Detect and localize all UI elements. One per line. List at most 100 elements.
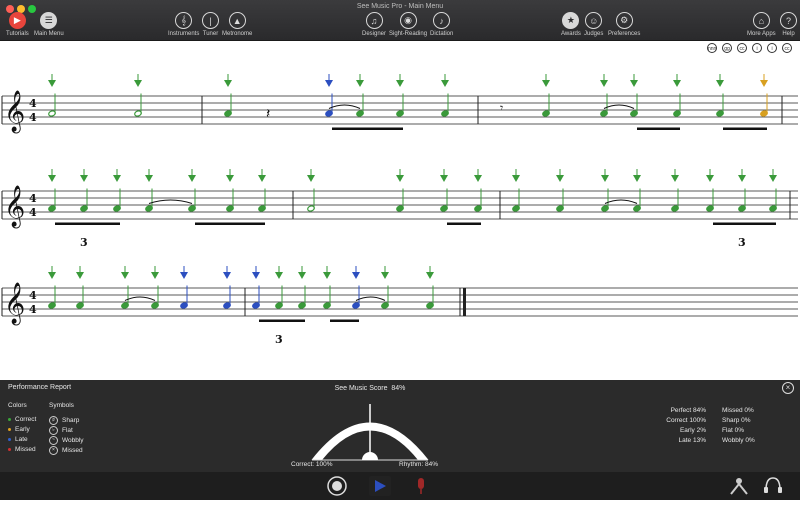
dictation-label: Dictation [430, 31, 454, 37]
sight-reading-button[interactable]: ◉ Sight-Reading [389, 12, 427, 37]
stat-sharp: Sharp 0% [722, 416, 776, 426]
late-color-dot [8, 438, 11, 441]
performance-report-panel: Performance Report See Music Score 84% ×… [0, 380, 800, 472]
legend-late-label: Late [15, 436, 28, 443]
practice-icon[interactable] [730, 478, 748, 495]
note-marker [381, 272, 389, 279]
designer-label: Designer [362, 31, 387, 37]
mode-button[interactable] [327, 476, 347, 496]
metronome-icon: ▲ [228, 12, 246, 29]
time-signature-bottom: 4 [29, 111, 37, 124]
gauge-correct: Correct: 100% [291, 461, 333, 468]
note-beam [259, 319, 305, 322]
note-marker [180, 272, 188, 279]
stat-flat-value: 0% [734, 427, 745, 434]
tie [328, 104, 361, 109]
metronome-button[interactable]: ▲ Metronome [222, 12, 252, 37]
note-marker [396, 175, 404, 182]
stat-correct-label: Correct [666, 417, 688, 424]
instruments-label: Instruments [168, 31, 200, 37]
symbol-wobbly-label: Wobbly [62, 437, 84, 444]
symbol-flat-label: Flat [62, 427, 73, 434]
microphone-icon[interactable] [418, 478, 424, 494]
toolbar: See Music Pro - Main Menu ▶ Tutorials ☰ … [0, 0, 800, 41]
gear-icon: ⚙ [615, 12, 633, 29]
early-color-dot [8, 428, 11, 431]
note-marker [512, 175, 520, 182]
note-marker [134, 80, 142, 87]
stats-right: Missed 0% Sharp 0% Flat 0% Wobbly 0% [722, 406, 776, 446]
stat-wobbly: Wobbly 0% [722, 436, 776, 446]
tie [148, 199, 193, 204]
info-option-button[interactable]: i [752, 43, 762, 53]
stat-wobbly-label: Wobbly [722, 437, 744, 444]
note-marker [440, 175, 448, 182]
score-gauge [311, 404, 429, 461]
chat-option-button[interactable]: cc [782, 43, 792, 53]
tuner-button[interactable]: | Tuner [202, 12, 219, 37]
stat-missed-label: Missed [722, 407, 743, 414]
legend-missed-label: Missed [15, 446, 36, 453]
dictation-button[interactable]: ♪ Dictation [430, 12, 453, 37]
note-marker [601, 175, 609, 182]
stat-flat-label: Flat [722, 427, 733, 434]
score-area: nnn gg cc i i cc 𝄞 4 4 𝄞 4 4 𝄞 4 4 𝄽 𝄾 3 3 3 [0, 41, 800, 380]
notation-option-button[interactable]: nnn [707, 43, 717, 53]
stat-sharp-label: Sharp [722, 417, 740, 424]
play-button[interactable] [369, 476, 391, 496]
instrument-option-button[interactable]: i [767, 43, 777, 53]
designer-button[interactable]: ♫ Designer [362, 12, 386, 37]
gauge-rhythm: Rhythm: 84% [399, 461, 439, 468]
clef-option-button[interactable]: cc [737, 43, 747, 53]
symbol-wobbly: ~ Wobbly [49, 436, 84, 445]
note-marker [258, 175, 266, 182]
note-marker [76, 272, 84, 279]
note-marker [716, 80, 724, 87]
judges-button[interactable]: ☺ Judges [584, 12, 603, 37]
missed-icon: × [49, 446, 58, 455]
help-label: Help [782, 31, 795, 37]
triplet-label: 3 [80, 236, 88, 249]
note-beam [195, 222, 265, 225]
note-beam [723, 127, 767, 130]
more-apps-button[interactable]: ⌂ More Apps [747, 12, 776, 37]
note-marker [356, 80, 364, 87]
stat-early-value: 2% [696, 427, 706, 434]
instrument-icon: 𝄞 [175, 12, 193, 29]
headphones-icon[interactable] [764, 477, 782, 493]
note-marker [48, 175, 56, 182]
time-signature-top: 4 [29, 289, 37, 302]
note-marker [474, 175, 482, 182]
symbols-heading: Symbols [49, 402, 74, 409]
time-signature-top: 4 [29, 97, 37, 110]
triplet-label: 3 [275, 333, 283, 346]
symbol-sharp-label: Sharp [62, 417, 80, 424]
dictation-icon: ♪ [433, 12, 451, 29]
note-marker [323, 272, 331, 279]
help-button[interactable]: ? Help [780, 12, 797, 37]
instruments-button[interactable]: 𝄞 Instruments [168, 12, 199, 37]
awards-button[interactable]: ★ Awards [561, 12, 581, 37]
treble-clef-icon: 𝄞 [4, 282, 25, 325]
stat-correct: Correct 100% [640, 416, 706, 426]
stat-wobbly-value: 0% [745, 437, 755, 444]
preferences-label: Preferences [608, 31, 641, 37]
note-marker [275, 272, 283, 279]
menu-icon: ☰ [40, 12, 58, 29]
stat-perfect: Perfect 84% [640, 406, 706, 416]
wobbly-icon: ~ [49, 436, 58, 445]
close-icon[interactable]: × [782, 382, 794, 394]
legend-correct-label: Correct [15, 416, 37, 423]
note-names-option-button[interactable]: gg [722, 43, 732, 53]
preferences-button[interactable]: ⚙ Preferences [608, 12, 640, 37]
tutorials-button[interactable]: ▶ Tutorials [6, 12, 29, 37]
note-marker [325, 80, 333, 87]
note-marker [298, 272, 306, 279]
note-marker [223, 272, 231, 279]
transport-bar [0, 472, 800, 500]
main-menu-button[interactable]: ☰ Main Menu [34, 12, 64, 37]
colors-heading: Colors [8, 402, 27, 409]
see-music-score: See Music Score 84% [0, 385, 740, 392]
note-marker [760, 80, 768, 87]
awards-label: Awards [561, 31, 581, 37]
